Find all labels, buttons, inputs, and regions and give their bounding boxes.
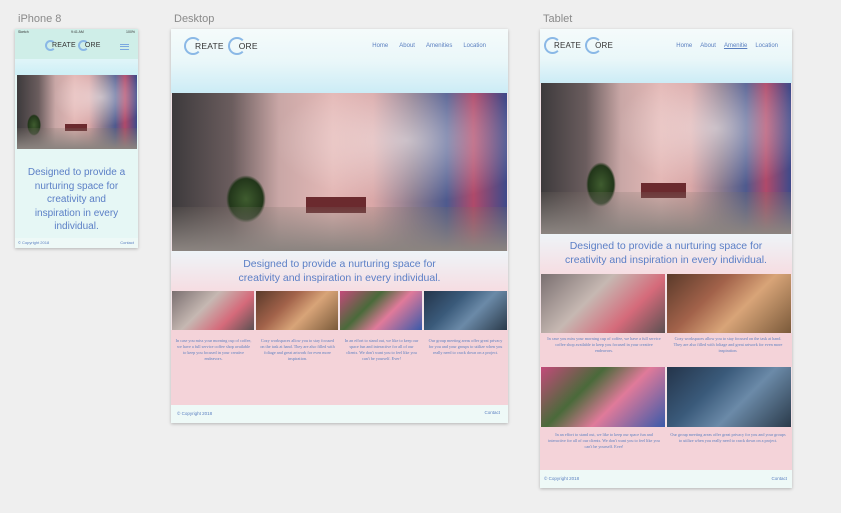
desktop-card-image-4	[424, 291, 507, 330]
logo-text-1: REATE	[554, 41, 582, 50]
desktop-card-text-2: Cozy workspaces allow you to stay focuse…	[260, 338, 335, 361]
footer-copyright: © Copyright 2018	[544, 476, 580, 481]
tablet-card-image-2	[667, 274, 791, 333]
logo-text-2: ORE	[595, 41, 614, 50]
artboard-iphone: Sketch 9:41 AM 100% REATE ORE Designed t…	[15, 29, 138, 248]
phone-footer: © Copyright 2018 Contact	[15, 238, 138, 248]
hamburger-menu-icon[interactable]	[120, 44, 129, 50]
tablet-card-text-2: Cozy workspaces allow you to stay focuse…	[673, 336, 783, 353]
nav-about[interactable]: About	[700, 43, 716, 49]
desktop-card-text-4: Our group meeting areas offer great priv…	[428, 338, 503, 355]
status-carrier: Sketch	[18, 30, 29, 34]
phone-hero-image	[17, 75, 137, 149]
desktop-card-text-3: In an effort to stand out, we like to ke…	[344, 338, 419, 361]
footer-copyright: © Copyright 2018	[177, 411, 213, 416]
desktop-card-image-3	[340, 291, 422, 330]
tablet-hero-image	[541, 83, 791, 234]
tablet-nav: Home About Amenitie Location	[676, 43, 778, 49]
logo-text-2: ORE	[84, 42, 101, 49]
tablet-header: REATE ORE Home About Amenitie Location	[540, 29, 792, 83]
tablet-card-image-1	[541, 274, 665, 333]
tablet-footer: © Copyright 2018 Contact	[540, 470, 792, 488]
footer-copyright: © Copyright 2018	[18, 240, 50, 245]
desktop-hero-image	[172, 93, 507, 251]
tablet-card-text-4: Our group meeting areas offer great priv…	[670, 432, 786, 443]
footer-contact-link[interactable]: Contact	[484, 410, 500, 415]
nav-location[interactable]: Location	[755, 43, 778, 49]
tablet-card-image-3	[541, 367, 665, 427]
logo-text-1: REATE	[52, 42, 76, 49]
desktop-nav: Home About Amenities Location	[372, 43, 486, 49]
footer-contact-link[interactable]: Contact	[120, 240, 134, 245]
status-bar: Sketch 9:41 AM 100%	[15, 29, 138, 36]
nav-home[interactable]: Home	[372, 43, 388, 49]
nav-location[interactable]: Location	[463, 43, 486, 49]
status-battery: 100%	[126, 30, 135, 34]
desktop-footer: © Copyright 2018 Contact	[171, 405, 508, 423]
nav-about[interactable]: About	[399, 43, 415, 49]
desktop-card-image-1	[172, 291, 254, 330]
phone-hero-band	[15, 59, 138, 75]
nav-amenities[interactable]: Amenities	[426, 43, 452, 49]
phone-tagline: Designed to provide a nurturing space fo…	[27, 167, 126, 232]
tablet-card-image-4	[667, 367, 791, 427]
artboard-label-iphone: iPhone 8	[18, 13, 62, 25]
tablet-tagline: Designed to provide a nurturing space fo…	[565, 240, 767, 266]
desktop-logo[interactable]: REATE ORE	[184, 37, 258, 55]
status-time: 9:41 AM	[70, 30, 84, 34]
phone-logo[interactable]: REATE ORE	[45, 40, 101, 51]
tablet-card-text-3: In an effort to stand out, we like to ke…	[548, 432, 660, 449]
desktop-tagline-line-1: Designed to provide a nurturing space fo…	[243, 258, 436, 270]
desktop-card-text-1: In case you miss your morning cup of cof…	[175, 338, 252, 361]
nav-amenities[interactable]: Amenitie	[724, 43, 747, 49]
nav-home[interactable]: Home	[676, 43, 692, 49]
footer-contact-link[interactable]: Contact	[771, 476, 787, 481]
logo-text-1: REATE	[195, 41, 224, 51]
desktop-tagline-line-2: creativity and inspiration in every indi…	[238, 271, 441, 284]
artboard-desktop: REATE ORE Home About Amenities Location …	[171, 29, 508, 423]
desktop-tagline: Designed to provide a nurturing space fo…	[171, 258, 508, 285]
tablet-card-text-1: In case you miss your morning cup of cof…	[547, 336, 661, 353]
desktop-card-image-2	[256, 291, 338, 330]
desktop-header: REATE ORE Home About Amenities Location	[171, 29, 508, 93]
artboard-label-tablet: Tablet	[543, 13, 573, 25]
logo-text-2: ORE	[238, 41, 258, 51]
tablet-logo[interactable]: REATE ORE	[544, 37, 613, 54]
phone-header: Sketch 9:41 AM 100% REATE ORE	[15, 29, 138, 59]
artboard-label-desktop: Desktop	[174, 13, 215, 25]
artboard-tablet: REATE ORE Home About Amenitie Location D…	[540, 29, 792, 488]
